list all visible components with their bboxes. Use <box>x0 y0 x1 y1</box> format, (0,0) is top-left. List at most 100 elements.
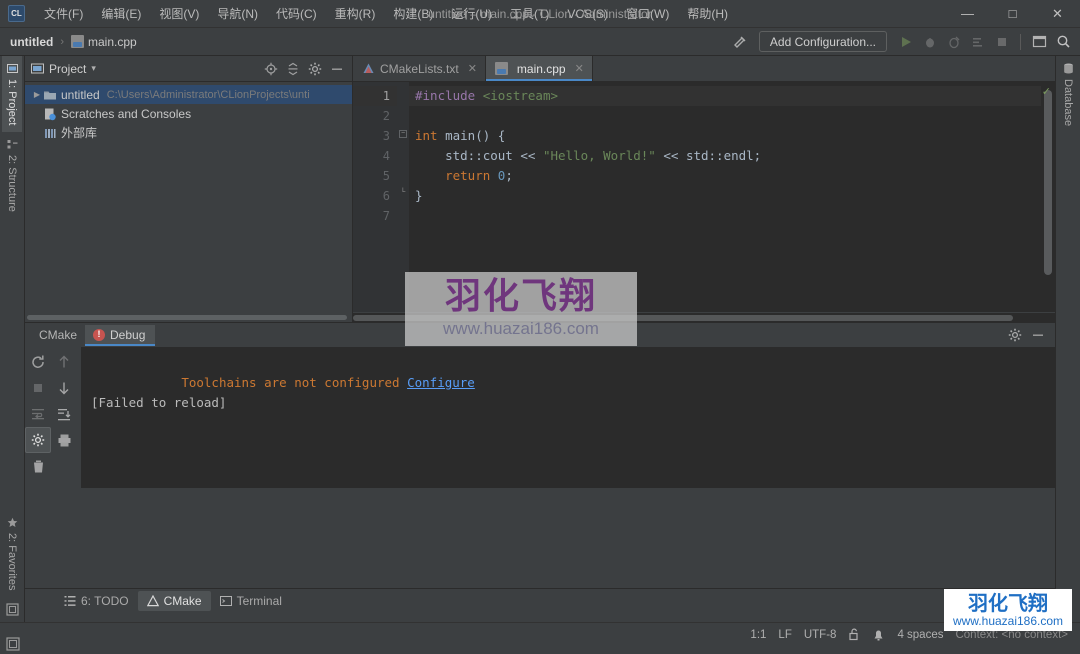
menu-run[interactable]: 运行(U) <box>442 1 501 26</box>
editor-viewport: 1 2 3 4 5 6 7 − └ #include <iostream> in… <box>353 82 1055 312</box>
code-line[interactable] <box>409 106 1041 126</box>
debug-icon[interactable] <box>919 31 941 53</box>
stop-icon[interactable] <box>25 375 51 401</box>
menu-vcs[interactable]: VCS(S) <box>558 3 617 25</box>
tree-node-external-libraries[interactable]: 外部库 <box>25 123 352 142</box>
editor-vertical-scrollbar[interactable]: ✓ <box>1041 82 1055 312</box>
hide-panel-icon[interactable] <box>1029 326 1047 344</box>
fold-marker-main[interactable]: − <box>399 130 407 138</box>
cmake-panel-filler <box>25 488 1055 588</box>
scroll-down-icon[interactable] <box>51 375 77 401</box>
sidebar-item-favorites[interactable]: 2: Favorites <box>2 510 22 597</box>
gear-icon[interactable] <box>1006 326 1024 344</box>
menu-build[interactable]: 构建(B) <box>384 1 442 26</box>
sidebar-item-structure[interactable]: 2: Structure <box>2 132 22 219</box>
gear-icon[interactable] <box>306 60 324 78</box>
sidebar-item-database[interactable]: Database <box>1058 56 1078 133</box>
print-icon[interactable] <box>51 427 77 453</box>
scroll-to-end-icon[interactable] <box>51 401 77 427</box>
rerun-cmake-icon[interactable] <box>25 349 51 375</box>
build-hammer-icon[interactable] <box>729 31 751 53</box>
collapse-all-icon[interactable] <box>284 60 302 78</box>
code-line[interactable]: std::cout << "Hello, World!" << std::end… <box>409 146 1041 166</box>
project-panel-title: Project <box>49 61 87 76</box>
code-line[interactable]: } <box>409 186 1041 206</box>
profile-icon[interactable] <box>967 31 989 53</box>
add-configuration-button[interactable]: Add Configuration... <box>758 31 887 52</box>
menu-edit[interactable]: 编辑(E) <box>92 1 150 26</box>
indent-setting[interactable]: 4 spaces <box>897 629 943 641</box>
bottom-tab-terminal[interactable]: Terminal <box>211 591 291 611</box>
line-number: 6 <box>382 189 390 203</box>
menu-file[interactable]: 文件(F) <box>35 1 92 26</box>
code-line[interactable]: return 0; <box>409 166 1041 186</box>
code-token: << <box>512 148 543 163</box>
cmake-settings-gear-icon[interactable] <box>25 427 51 453</box>
close-button[interactable]: ✕ <box>1035 0 1080 27</box>
cmake-tool-window: CMake ! Debug Toolchains are not configu… <box>25 322 1055 612</box>
caret-position[interactable]: 1:1 <box>750 629 766 641</box>
console-error-text: Toolchains are not configured <box>181 375 400 390</box>
minimize-button[interactable]: — <box>945 0 990 27</box>
maximize-button[interactable]: □ <box>990 0 1035 27</box>
menu-view[interactable]: 视图(V) <box>150 1 208 26</box>
menu-tools[interactable]: 工具(T) <box>501 1 558 26</box>
tab-cmakelists[interactable]: CMakeLists.txt ✕ <box>353 56 486 81</box>
code-line[interactable] <box>409 206 1041 226</box>
close-icon[interactable]: ✕ <box>575 62 584 75</box>
editor-horizontal-scrollbar[interactable] <box>353 312 1055 322</box>
breadcrumb-file[interactable]: main.cpp <box>88 35 137 49</box>
file-encoding[interactable]: UTF-8 <box>804 629 837 641</box>
layout-toggle-icon[interactable] <box>5 597 19 622</box>
window-controls: — □ ✕ <box>945 0 1080 27</box>
project-horizontal-scrollbar[interactable] <box>25 313 352 322</box>
tree-node-scratches[interactable]: Scratches and Consoles <box>25 104 352 123</box>
scroll-up-icon[interactable] <box>51 349 77 375</box>
sidebar-label-favorites: 2: Favorites <box>6 532 18 590</box>
code-token: main <box>445 128 476 143</box>
run-with-coverage-icon[interactable] <box>943 31 965 53</box>
line-separator[interactable]: LF <box>778 629 791 641</box>
menu-window[interactable]: 窗口(W) <box>617 1 678 26</box>
expand-arrow-icon[interactable]: ▶ <box>31 90 43 99</box>
configure-link[interactable]: Configure <box>407 375 475 390</box>
bottom-tab-todo[interactable]: 6: TODO <box>55 591 138 611</box>
cmake-tool-buttons <box>25 347 81 488</box>
stop-icon[interactable] <box>991 31 1013 53</box>
tree-node-untitled[interactable]: ▶ untitled C:\Users\Administrator\CLionP… <box>25 85 352 104</box>
project-tree: ▶ untitled C:\Users\Administrator\CLionP… <box>25 82 352 313</box>
breadcrumb-project[interactable]: untitled <box>10 35 53 49</box>
bottom-tab-cmake[interactable]: CMake <box>137 590 211 611</box>
search-icon[interactable] <box>1052 31 1074 53</box>
code-line[interactable]: #include <iostream> <box>409 86 1041 106</box>
menu-refactor[interactable]: 重构(R) <box>326 1 385 26</box>
locate-target-icon[interactable] <box>262 60 280 78</box>
menu-bar: 文件(F) 编辑(E) 视图(V) 导航(N) 代码(C) 重构(R) 构建(B… <box>35 1 737 26</box>
soft-wrap-icon[interactable] <box>25 401 51 427</box>
lock-open-icon[interactable] <box>848 628 860 641</box>
fold-marker-end[interactable]: └ <box>399 189 407 198</box>
inspection-status-icon[interactable]: ✓ <box>1042 85 1051 98</box>
cmake-tab-debug[interactable]: ! Debug <box>85 324 156 346</box>
menu-code[interactable]: 代码(C) <box>267 1 326 26</box>
run-icon[interactable] <box>895 31 917 53</box>
code-line[interactable]: int main() { <box>409 126 1041 146</box>
tab-label-main-cpp: main.cpp <box>516 61 566 76</box>
trash-icon[interactable] <box>25 453 51 479</box>
close-icon[interactable]: ✕ <box>468 62 477 75</box>
chevron-down-icon[interactable]: ▾ <box>91 63 96 74</box>
sidebar-item-project[interactable]: 1: Project <box>2 56 22 133</box>
status-bar: 1:1 LF UTF-8 4 spaces Context: <no conte… <box>0 622 1080 646</box>
menu-navigate[interactable]: 导航(N) <box>208 1 267 26</box>
code-content[interactable]: #include <iostream> int main() { std::co… <box>409 82 1041 312</box>
tab-main-cpp[interactable]: main.cpp ✕ <box>485 56 593 81</box>
left-strip-bottom: 2: Favorites <box>2 510 22 622</box>
layout-icon[interactable] <box>6 637 20 651</box>
terminal-icon[interactable] <box>1028 31 1050 53</box>
hide-icon[interactable] <box>328 60 346 78</box>
event-log-icon[interactable] <box>872 628 885 641</box>
code-folding-gutter[interactable]: − └ <box>397 82 409 312</box>
menu-help[interactable]: 帮助(H) <box>678 1 737 26</box>
cmake-console-output[interactable]: Toolchains are not configured Configure … <box>81 347 1055 488</box>
